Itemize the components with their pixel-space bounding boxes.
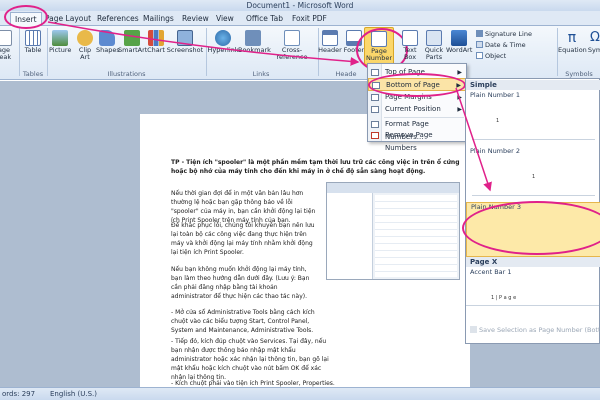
word-count[interactable]: ords: 297: [2, 388, 35, 400]
arrow-insert-to-page-number: [47, 21, 360, 66]
annotation-arrows: [47, 21, 492, 192]
status-bar: ords: 297 English (U.S.): [0, 387, 600, 400]
arrow-bottom-to-plain-number-3: [455, 87, 492, 192]
language-indicator[interactable]: English (U.S.): [50, 388, 97, 400]
